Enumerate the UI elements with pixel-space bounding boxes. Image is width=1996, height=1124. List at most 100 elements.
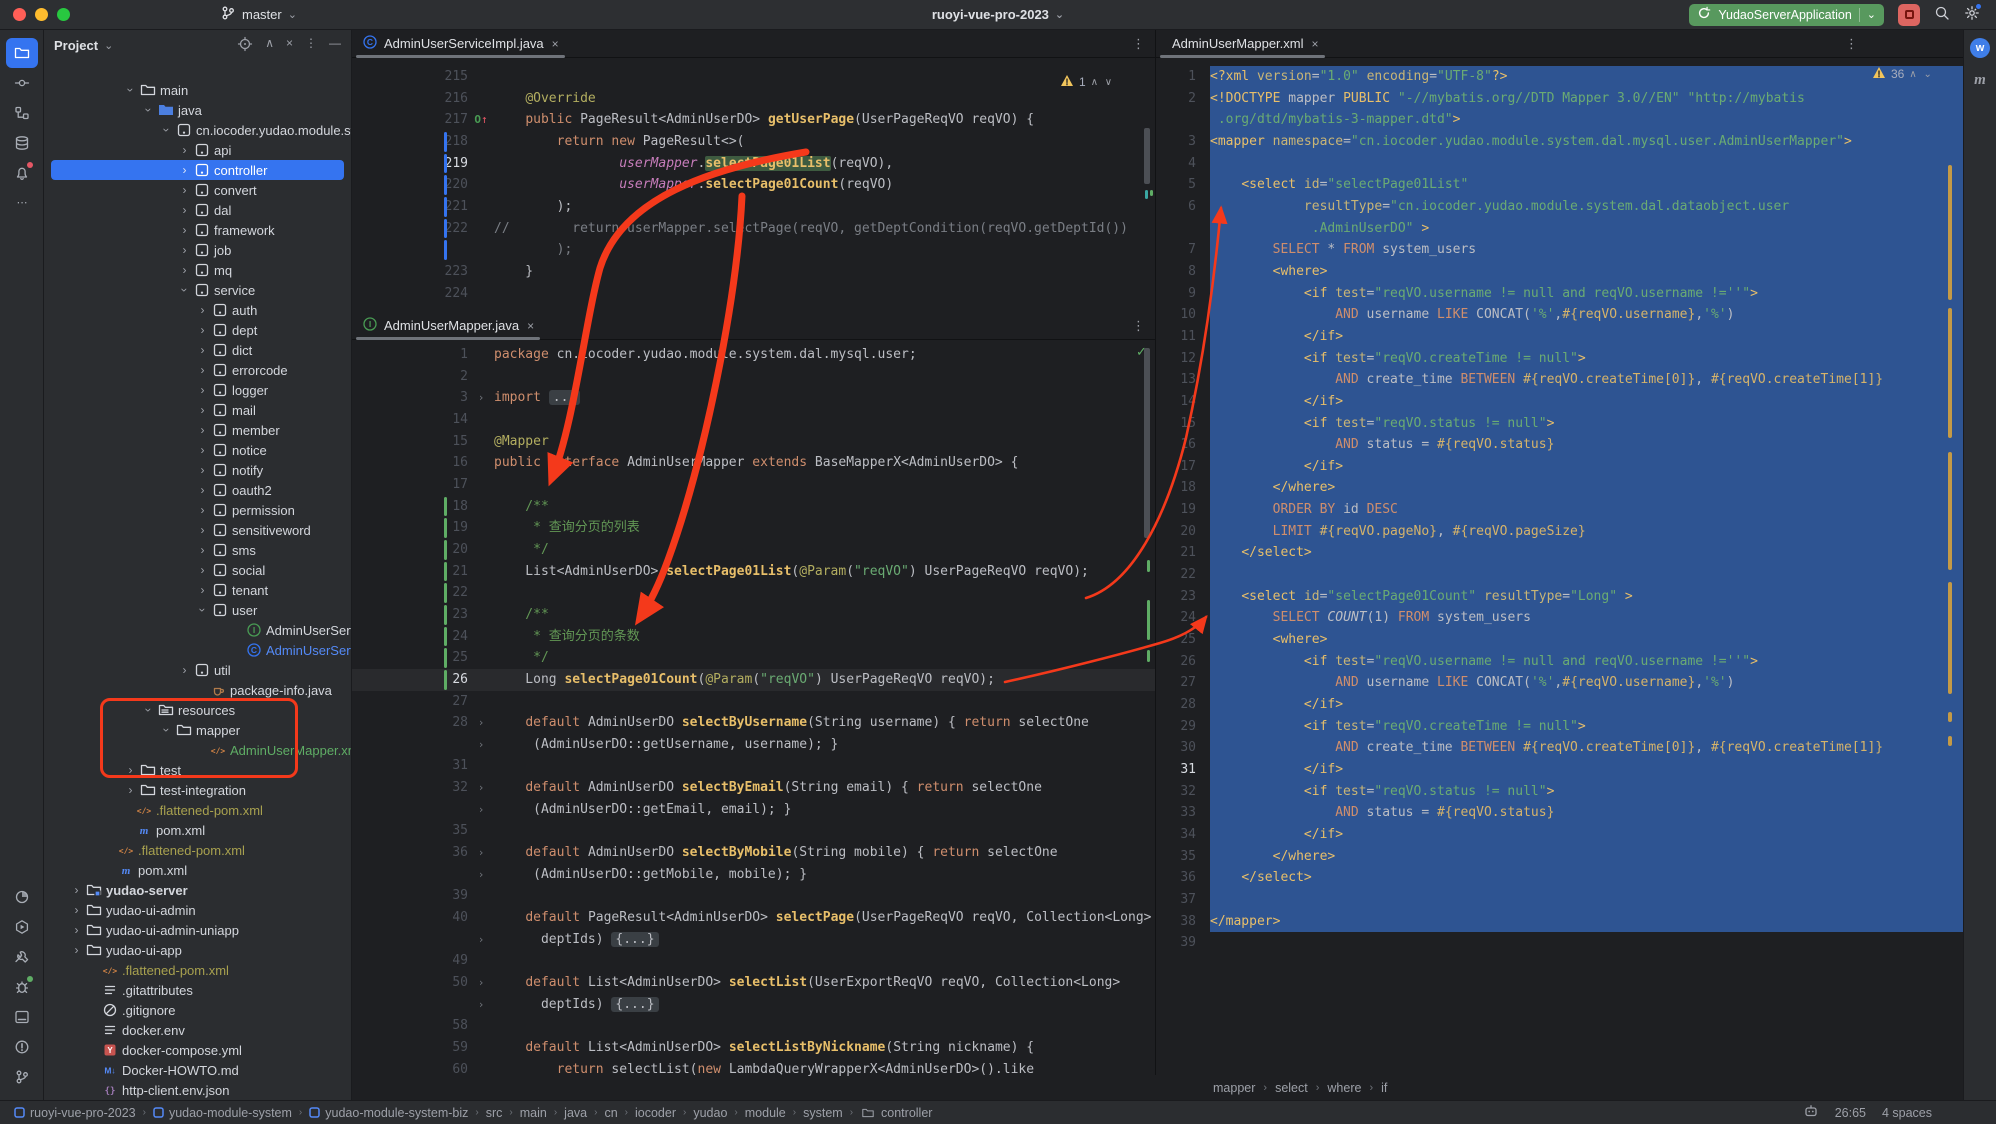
tree-chevron-icon[interactable]: › — [124, 82, 138, 99]
tree-chevron-icon[interactable]: › — [194, 463, 211, 477]
tree-chevron-icon[interactable]: › — [176, 163, 193, 177]
status-path-controller[interactable]: controller — [860, 1105, 932, 1121]
tree-item-sensitiveword[interactable]: ›sensitiveword — [44, 520, 351, 540]
code-line-28[interactable]: 28 </if> — [1156, 694, 1963, 716]
tree-item-notice[interactable]: ›notice — [44, 440, 351, 460]
code-line-wrap[interactable]: .org/dtd/mybatis-3-mapper.dtd"> — [1156, 109, 1963, 131]
tree-chevron-icon[interactable]: › — [176, 143, 193, 157]
tree-item-mapper[interactable]: ›mapper — [44, 720, 351, 740]
code-line-wrap[interactable]: › deptIds) {...} — [352, 929, 1155, 951]
code-line-23[interactable]: 23 /** — [352, 604, 1155, 626]
prev-next-warning-icons[interactable]: ∧ ∨ — [1091, 77, 1114, 88]
tree-chevron-icon[interactable]: › — [122, 763, 139, 777]
hide-icon[interactable]: — — [329, 36, 341, 55]
code-line-21[interactable]: 21 </select> — [1156, 542, 1963, 564]
tree-item-resources[interactable]: ›resources — [44, 700, 351, 720]
project-title-widget[interactable]: ruoyi-vue-pro-2023 ⌄ — [932, 7, 1064, 22]
tree-item-docker-howto-md[interactable]: M↓Docker-HOWTO.md — [44, 1060, 351, 1080]
settings-button[interactable] — [1964, 5, 1980, 24]
code-line-22[interactable]: 22 — [1156, 564, 1963, 586]
code-line-220[interactable]: 220 userMapper.selectPage01Count(reqVO) — [352, 174, 1155, 196]
fold-chevron-icon[interactable]: › — [468, 712, 494, 734]
tree-item-yudao-ui-app[interactable]: ›yudao-ui-app — [44, 940, 351, 960]
xml-inspections-widget[interactable]: 36 ∧ ⌄ — [1872, 66, 1934, 82]
tree-item-dict[interactable]: ›dict — [44, 340, 351, 360]
code-line-14[interactable]: 14 — [352, 409, 1155, 431]
code-line-24[interactable]: 24 * 查询分页的条数 — [352, 626, 1155, 648]
code-line-2[interactable]: 2<!DOCTYPE mapper PUBLIC "-//mybatis.org… — [1156, 88, 1963, 110]
fold-chevron-icon[interactable]: › — [468, 864, 494, 886]
code-line-6[interactable]: 6 resultType="cn.iocoder.yudao.module.sy… — [1156, 196, 1963, 218]
close-window-button[interactable] — [13, 8, 26, 21]
code-line-18[interactable]: 18 </where> — [1156, 477, 1963, 499]
tree-chevron-icon[interactable]: › — [194, 403, 211, 417]
code-line-17[interactable]: 17 — [352, 474, 1155, 496]
tree-item-logger[interactable]: ›logger — [44, 380, 351, 400]
code-line-9[interactable]: 9 <if test="reqVO.username != null and r… — [1156, 283, 1963, 305]
code-line-wrap[interactable]: › deptIds) {...} — [352, 994, 1155, 1016]
code-line-10[interactable]: 10 AND username LIKE CONCAT('%',#{reqVO.… — [1156, 304, 1963, 326]
code-line-32[interactable]: 32› default AdminUserDO selectByEmail(St… — [352, 777, 1155, 799]
bottom-editor[interactable]: 1package cn.iocoder.yudao.module.system.… — [352, 340, 1155, 1100]
code-line-19[interactable]: 19 ORDER BY id DESC — [1156, 499, 1963, 521]
code-line-50[interactable]: 50› default List<AdminUserDO> selectList… — [352, 972, 1155, 994]
code-line-33[interactable]: 33 AND status = #{reqVO.status} — [1156, 802, 1963, 824]
profiler-tool-icon[interactable] — [6, 882, 38, 912]
tree-item-member[interactable]: ›member — [44, 420, 351, 440]
build-tool-icon[interactable] — [6, 942, 38, 972]
tree-chevron-icon[interactable]: › — [194, 523, 211, 537]
breadcrumb-mapper[interactable]: mapper — [1213, 1081, 1255, 1095]
code-line-27[interactable]: 27 AND username LIKE CONCAT('%',#{reqVO.… — [1156, 672, 1963, 694]
code-line-3[interactable]: 3›import ... — [352, 387, 1155, 409]
code-line-34[interactable]: 34 </if> — [1156, 824, 1963, 846]
status-path-yudao[interactable]: yudao — [693, 1106, 727, 1120]
code-line-224[interactable]: 224 — [352, 283, 1155, 305]
fold-chevron-icon[interactable]: › — [468, 799, 494, 821]
code-line-18[interactable]: 18 /** — [352, 496, 1155, 518]
stop-button[interactable] — [1898, 4, 1920, 26]
code-line-37[interactable]: 37 — [1156, 889, 1963, 911]
code-line-59[interactable]: 59 default List<AdminUserDO> selectListB… — [352, 1037, 1155, 1059]
tree-item-adminuserservice[interactable]: IAdminUserService — [44, 620, 351, 640]
close-icon[interactable]: × — [552, 37, 559, 51]
tree-chevron-icon[interactable]: › — [176, 663, 193, 677]
code-line-39[interactable]: 39 — [1156, 932, 1963, 954]
xml-editor[interactable]: 1<?xml version="1.0" encoding="UTF-8"?>2… — [1155, 58, 1963, 1075]
breadcrumb-select[interactable]: select — [1275, 1081, 1308, 1095]
terminal-tool-icon[interactable] — [6, 1002, 38, 1032]
more-icon[interactable]: ⋮ — [305, 36, 317, 55]
fold-chevron-icon[interactable]: › — [468, 777, 494, 799]
top-inspections-widget[interactable]: 1 ∧ ∨ — [1060, 74, 1114, 90]
tree-item-yudao-ui-admin[interactable]: ›yudao-ui-admin — [44, 900, 351, 920]
search-everywhere-button[interactable] — [1934, 5, 1950, 24]
tree-item-errorcode[interactable]: ›errorcode — [44, 360, 351, 380]
plugin-icon[interactable]: w — [1970, 38, 1990, 58]
fold-chevron-icon[interactable]: › — [468, 734, 494, 756]
code-line-39[interactable]: 39 — [352, 885, 1155, 907]
code-line-20[interactable]: 20 */ — [352, 539, 1155, 561]
tree-item--flattened-pom-xml[interactable]: </>.flattened-pom.xml — [44, 960, 351, 980]
tree-item-sms[interactable]: ›sms — [44, 540, 351, 560]
tree-item-pom-xml[interactable]: mpom.xml — [44, 820, 351, 840]
tree-item-auth[interactable]: ›auth — [44, 300, 351, 320]
locate-icon[interactable] — [237, 36, 253, 55]
notifications-tool-icon[interactable] — [6, 158, 38, 188]
tree-chevron-icon[interactable]: › — [194, 543, 211, 557]
code-line-wrap[interactable]: ); — [352, 239, 1155, 261]
tree-chevron-icon[interactable]: › — [68, 943, 85, 957]
status-path-src[interactable]: src — [486, 1106, 503, 1120]
tree-item-adminusermapper-xml[interactable]: </>AdminUserMapper.xml — [44, 740, 351, 760]
tree-chevron-icon[interactable]: › — [194, 563, 211, 577]
code-line-223[interactable]: 223 } — [352, 261, 1155, 283]
tree-item-java[interactable]: ›java — [44, 100, 351, 120]
tree-item-docker-env[interactable]: docker.env — [44, 1020, 351, 1040]
code-line-32[interactable]: 32 <if test="reqVO.status != null"> — [1156, 781, 1963, 803]
code-line-13[interactable]: 13 AND create_time BETWEEN #{reqVO.creat… — [1156, 369, 1963, 391]
tree-chevron-icon[interactable]: › — [176, 203, 193, 217]
tree-item-permission[interactable]: ›permission — [44, 500, 351, 520]
tree-chevron-icon[interactable]: › — [194, 583, 211, 597]
tree-chevron-icon[interactable]: › — [176, 263, 193, 277]
tree-chevron-icon[interactable]: › — [194, 443, 211, 457]
code-line-wrap[interactable]: › (AdminUserDO::getUsername, username); … — [352, 734, 1155, 756]
code-line-36[interactable]: 36› default AdminUserDO selectByMobile(S… — [352, 842, 1155, 864]
